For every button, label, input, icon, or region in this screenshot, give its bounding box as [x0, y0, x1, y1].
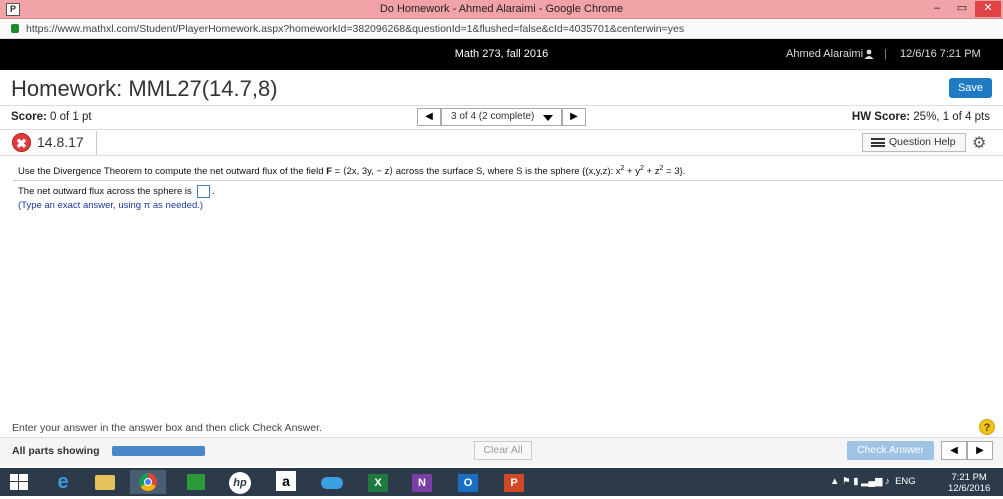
answer-hint: (Type an exact answer, using π as needed…: [18, 200, 204, 211]
help-icon[interactable]: ?: [979, 419, 995, 435]
excel-icon[interactable]: X: [362, 470, 394, 494]
cloud-icon[interactable]: [316, 470, 348, 494]
language-indicator[interactable]: ENG: [895, 476, 916, 487]
windows-start-icon[interactable]: [10, 474, 28, 490]
answer-prompt: The net outward flux across the sphere i…: [18, 186, 192, 197]
score-label: Score:: [11, 111, 47, 123]
powerpoint-icon[interactable]: P: [498, 470, 530, 494]
outlook-icon[interactable]: O: [452, 470, 484, 494]
divider: [96, 131, 97, 155]
maximize-button[interactable]: ▭: [950, 1, 974, 17]
minimize-button[interactable]: –: [925, 1, 949, 17]
hp-icon[interactable]: hp: [224, 470, 256, 494]
hw-score-label: HW Score:: [851, 111, 911, 123]
user-icon: [864, 49, 874, 59]
internet-explorer-icon[interactable]: e: [47, 470, 79, 494]
clock[interactable]: 7:21 PM 12/6/2016: [948, 472, 990, 494]
list-icon: [871, 138, 885, 147]
page-title: Homework: MML27(14.7,8): [11, 76, 278, 101]
file-explorer-icon[interactable]: [89, 470, 121, 494]
question-help-label: Question Help: [889, 136, 956, 148]
all-parts-label: All parts showing: [12, 445, 100, 457]
hw-score-value: 25%, 1 of 4 pts: [913, 111, 990, 123]
date-time: 12/6/16 7:21 PM: [900, 48, 981, 60]
system-tray[interactable]: ▲ ⚑ ▮ ▂▄▆ ♪ ENG: [830, 476, 916, 487]
lock-icon: [11, 24, 19, 33]
parts-progress-bar: [112, 446, 205, 456]
window-title: Do Homework - Ahmed Alaraimi - Google Ch…: [379, 3, 624, 15]
window-titlebar: P Do Homework - Ahmed Alaraimi - Google …: [0, 0, 1003, 19]
tray-icons[interactable]: ▲ ⚑ ▮ ▂▄▆ ♪: [830, 476, 890, 487]
next-question-button[interactable]: ▶: [562, 108, 586, 126]
check-answer-button[interactable]: Check Answer: [847, 441, 934, 460]
gear-icon[interactable]: ⚙: [972, 133, 986, 153]
store-icon[interactable]: [180, 470, 212, 494]
chrome-icon[interactable]: [130, 470, 166, 494]
clock-date: 12/6/2016: [948, 483, 991, 494]
clear-all-button[interactable]: Clear All: [474, 441, 532, 460]
question-select[interactable]: 3 of 4 (2 complete): [441, 108, 562, 126]
prev-question-button[interactable]: ◀: [417, 108, 441, 126]
prev-part-button[interactable]: ◀: [941, 441, 967, 460]
score-value: 0 of 1 pt: [50, 111, 92, 123]
address-bar[interactable]: https://www.mathxl.com/Student/PlayerHom…: [0, 19, 1003, 39]
score: Score: 0 of 1 pt: [11, 111, 92, 123]
incorrect-icon: ✖: [12, 133, 31, 152]
course-bar: Math 273, fall 2016 Ahmed Alaraimi | 12/…: [0, 39, 1003, 70]
close-button[interactable]: ✕: [975, 1, 1001, 17]
url-text[interactable]: https://www.mathxl.com/Student/PlayerHom…: [26, 23, 684, 35]
instructions-text: Enter your answer in the answer box and …: [12, 422, 322, 434]
divider: [13, 180, 1003, 181]
separator: |: [884, 48, 887, 60]
homework-header: Homework: MML27(14.7,8): [0, 70, 1003, 106]
question-number: 14.8.17: [37, 134, 84, 150]
question-select-value: 3 of 4 (2 complete): [451, 111, 535, 122]
amazon-icon[interactable]: a: [270, 470, 302, 494]
hw-score: HW Score: 25%, 1 of 4 pts: [852, 111, 990, 123]
answer-input[interactable]: [197, 185, 210, 198]
question-text: Use the Divergence Theorem to compute th…: [18, 165, 686, 178]
onenote-icon[interactable]: N: [406, 470, 438, 494]
question-row: [0, 130, 1003, 156]
chevron-down-icon: [543, 115, 553, 121]
user-name[interactable]: Ahmed Alaraimi: [786, 48, 863, 60]
question-help-button[interactable]: Question Help: [862, 133, 966, 152]
next-part-button[interactable]: ▶: [967, 441, 993, 460]
save-button[interactable]: Save: [949, 78, 992, 98]
answer-period: .: [212, 186, 215, 197]
clock-time: 7:21 PM: [951, 472, 987, 483]
